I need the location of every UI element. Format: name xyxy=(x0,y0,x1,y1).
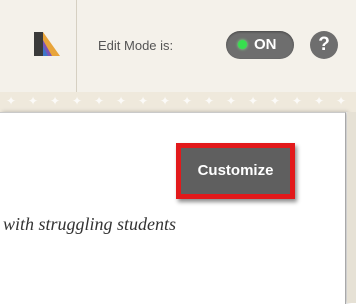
content-panel xyxy=(0,112,346,304)
toolbar-divider xyxy=(76,0,77,92)
body-text: with struggling students xyxy=(3,214,177,234)
panel-side-gap xyxy=(347,112,356,303)
status-dot-icon xyxy=(238,40,247,49)
top-bar: Edit Mode is: ON ? xyxy=(0,0,356,93)
color-palette-icon[interactable] xyxy=(34,30,60,56)
edit-mode-toggle[interactable]: ON xyxy=(226,31,294,59)
toggle-state-label: ON xyxy=(254,36,277,53)
edit-mode-label: Edit Mode is: xyxy=(98,38,174,53)
decorative-star-strip: ✦ ✦ ✦ ✦ ✦ ✦ ✦ ✦ ✦ ✦ ✦ ✦ ✦ ✦ ✦ ✦ xyxy=(0,92,356,112)
help-icon[interactable]: ? xyxy=(310,31,338,59)
customize-button[interactable]: Customize xyxy=(176,143,295,199)
